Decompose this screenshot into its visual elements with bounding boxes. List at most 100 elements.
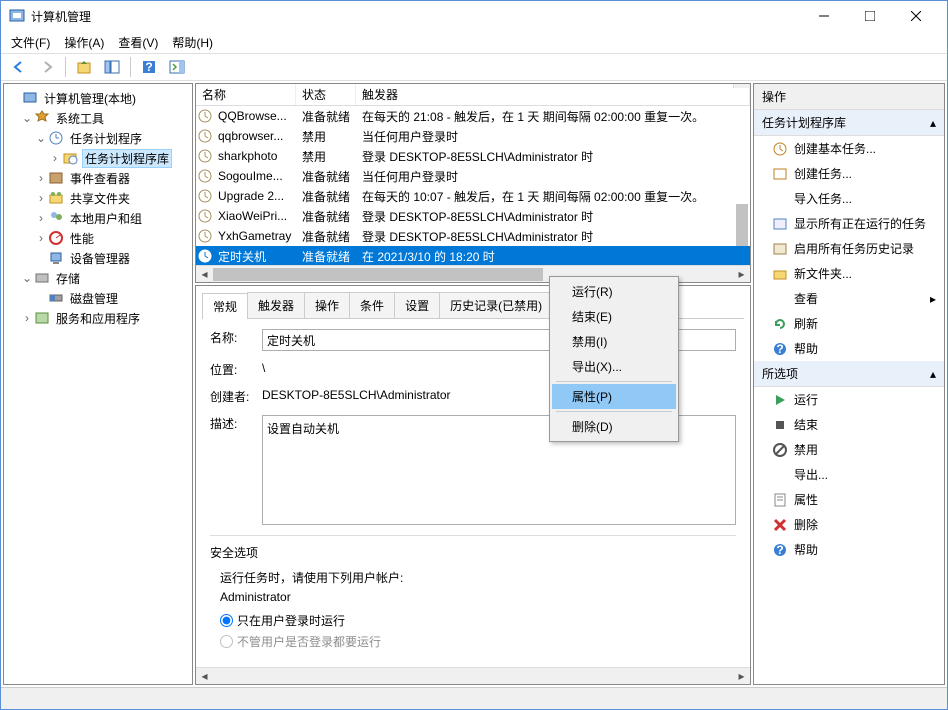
svg-text:?: ? — [145, 60, 152, 74]
cell-trigger: 在每天的 10:07 - 触发后，在 1 天 期间每隔 02:00:00 重复一… — [358, 188, 750, 205]
task-row[interactable]: sharkphoto禁用登录 DESKTOP-8E5SLCH\Administr… — [196, 146, 750, 166]
up-button[interactable] — [72, 55, 96, 79]
runas-label: 运行任务时，请使用下列用户帐户: — [220, 569, 736, 586]
col-trigger[interactable]: 触发器 — [356, 84, 750, 105]
show-hide-tree-button[interactable] — [100, 55, 124, 79]
col-name[interactable]: 名称 — [196, 84, 296, 105]
cell-name: XiaoWeiPri... — [214, 209, 298, 223]
tree-performance[interactable]: ›性能 — [6, 228, 190, 248]
label-name: 名称: — [210, 329, 262, 346]
action-run[interactable]: 运行 — [754, 387, 944, 412]
tree-services-apps[interactable]: ›服务和应用程序 — [6, 308, 190, 328]
action-refresh[interactable]: 刷新 — [754, 311, 944, 336]
action-pane-button[interactable] — [165, 55, 189, 79]
action-help-1[interactable]: ?帮助 — [754, 336, 944, 361]
action-export[interactable]: 导出... — [754, 462, 944, 487]
navigation-tree[interactable]: 计算机管理(本地) ⌄系统工具 ⌄任务计划程序 ›任务计划程序库 ›事件查看器 … — [3, 83, 193, 685]
menu-help[interactable]: 帮助(H) — [166, 32, 219, 53]
task-row[interactable]: SogouIme...准备就绪当任何用户登录时 — [196, 166, 750, 186]
tab-actions[interactable]: 操作 — [304, 292, 350, 318]
clock-icon — [198, 209, 212, 223]
task-row[interactable]: XiaoWeiPri...准备就绪登录 DESKTOP-8E5SLCH\Admi… — [196, 206, 750, 226]
cell-status: 准备就绪 — [298, 168, 358, 185]
cell-status: 准备就绪 — [298, 108, 358, 125]
action-properties[interactable]: 属性 — [754, 487, 944, 512]
clock-icon — [198, 229, 212, 243]
action-disable[interactable]: 禁用 — [754, 437, 944, 462]
menu-view[interactable]: 查看(V) — [112, 32, 164, 53]
minimize-button[interactable] — [801, 1, 847, 31]
cell-name: qqbrowser... — [214, 129, 298, 143]
titlebar: 计算机管理 — [1, 1, 947, 31]
ctx-disable[interactable]: 禁用(I) — [552, 329, 676, 354]
ctx-delete[interactable]: 删除(D) — [552, 414, 676, 439]
tab-history[interactable]: 历史记录(已禁用) — [439, 292, 553, 318]
clock-icon — [198, 149, 212, 163]
ctx-end[interactable]: 结束(E) — [552, 304, 676, 329]
close-button[interactable] — [893, 1, 939, 31]
tree-disk-management[interactable]: 磁盘管理 — [6, 288, 190, 308]
task-row[interactable]: Upgrade 2...准备就绪在每天的 10:07 - 触发后，在 1 天 期… — [196, 186, 750, 206]
task-list-body[interactable]: QQBrowse...准备就绪在每天的 21:08 - 触发后，在 1 天 期间… — [196, 106, 750, 265]
tab-settings[interactable]: 设置 — [394, 292, 440, 318]
tree-task-scheduler-library[interactable]: ›任务计划程序库 — [6, 148, 190, 168]
action-end[interactable]: 结束 — [754, 412, 944, 437]
menu-action[interactable]: 操作(A) — [58, 32, 110, 53]
tree-root[interactable]: 计算机管理(本地) — [6, 88, 190, 108]
cell-trigger: 登录 DESKTOP-8E5SLCH\Administrator 时 — [358, 228, 750, 245]
cell-status: 准备就绪 — [298, 188, 358, 205]
clock-icon — [198, 189, 212, 203]
cell-trigger: 登录 DESKTOP-8E5SLCH\Administrator 时 — [358, 208, 750, 225]
tab-triggers[interactable]: 触发器 — [247, 292, 305, 318]
runas-account: Administrator — [220, 590, 736, 604]
cell-status: 准备就绪 — [298, 208, 358, 225]
task-row[interactable]: QQBrowse...准备就绪在每天的 21:08 - 触发后，在 1 天 期间… — [196, 106, 750, 126]
task-row[interactable]: YxhGametray准备就绪登录 DESKTOP-8E5SLCH\Admini… — [196, 226, 750, 246]
action-view[interactable]: 查看▸ — [754, 286, 944, 311]
ctx-properties[interactable]: 属性(P) — [552, 384, 676, 409]
clock-icon — [198, 249, 212, 263]
maximize-button[interactable] — [847, 1, 893, 31]
actions-header: 操作 — [754, 84, 944, 110]
tree-local-users[interactable]: ›本地用户和组 — [6, 208, 190, 228]
clock-icon — [198, 169, 212, 183]
tab-general[interactable]: 常规 — [202, 293, 248, 319]
actions-group-selected[interactable]: 所选项▴ — [754, 361, 944, 387]
forward-button[interactable] — [35, 55, 59, 79]
task-row[interactable]: qqbrowser...禁用当任何用户登录时 — [196, 126, 750, 146]
tab-conditions[interactable]: 条件 — [349, 292, 395, 318]
svg-text:?: ? — [776, 342, 783, 356]
ctx-run[interactable]: 运行(R) — [552, 279, 676, 304]
label-location: 位置: — [210, 361, 262, 378]
detail-hscroll[interactable]: ◂▸ — [196, 667, 750, 684]
cell-name: YxhGametray — [214, 229, 298, 243]
tree-event-viewer[interactable]: ›事件查看器 — [6, 168, 190, 188]
back-button[interactable] — [7, 55, 31, 79]
action-create-task[interactable]: 创建任务... — [754, 161, 944, 186]
tree-storage[interactable]: ⌄存储 — [6, 268, 190, 288]
menu-file[interactable]: 文件(F) — [5, 32, 56, 53]
radio-not-loggedon[interactable] — [220, 635, 233, 648]
action-new-folder[interactable]: 新文件夹... — [754, 261, 944, 286]
tree-device-manager[interactable]: 设备管理器 — [6, 248, 190, 268]
actions-group-library[interactable]: 任务计划程序库▴ — [754, 110, 944, 136]
cell-trigger: 在每天的 21:08 - 触发后，在 1 天 期间每隔 02:00:00 重复一… — [358, 108, 750, 125]
ctx-export[interactable]: 导出(X)... — [552, 354, 676, 379]
tree-system-tools[interactable]: ⌄系统工具 — [6, 108, 190, 128]
action-enable-history[interactable]: 启用所有任务历史记录 — [754, 236, 944, 261]
action-create-basic-task[interactable]: 创建基本任务... — [754, 136, 944, 161]
task-list-header: 名称 状态 触发器 — [196, 84, 750, 106]
tree-shared-folders[interactable]: ›共享文件夹 — [6, 188, 190, 208]
action-help-2[interactable]: ?帮助 — [754, 537, 944, 562]
tree-task-scheduler[interactable]: ⌄任务计划程序 — [6, 128, 190, 148]
label-author: 创建者: — [210, 388, 262, 405]
help-button[interactable]: ? — [137, 55, 161, 79]
list-vscroll[interactable] — [733, 84, 750, 88]
collapse-icon: ▴ — [930, 116, 936, 130]
col-status[interactable]: 状态 — [296, 84, 356, 105]
task-row[interactable]: 定时关机准备就绪在 2021/3/10 的 18:20 时 — [196, 246, 750, 265]
action-delete[interactable]: 删除 — [754, 512, 944, 537]
action-show-running[interactable]: 显示所有正在运行的任务 — [754, 211, 944, 236]
action-import-task[interactable]: 导入任务... — [754, 186, 944, 211]
radio-only-loggedon[interactable] — [220, 614, 233, 627]
